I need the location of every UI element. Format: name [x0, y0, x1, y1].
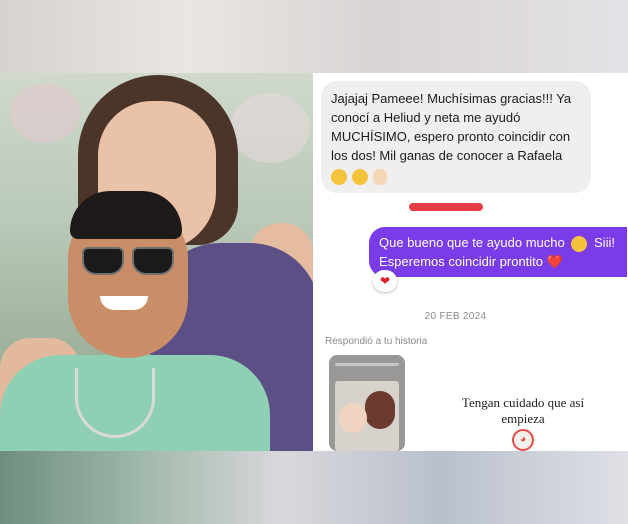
- story-baby: [339, 403, 367, 433]
- praying-hands-emoji-icon: [373, 168, 387, 185]
- outgoing-message-text: Que bueno que te ayudo mucho: [379, 235, 565, 250]
- incoming-emoji-row: [331, 166, 581, 185]
- clown-emoji-icon: ◕: [512, 429, 534, 451]
- message-date: 20 FEB 2024: [424, 311, 487, 322]
- heart-eyes-emoji-icon: [571, 235, 588, 252]
- story-progress-bar: [335, 363, 399, 366]
- blossom-decoration: [10, 83, 80, 143]
- heart-reaction-badge[interactable]: ❤: [373, 270, 397, 292]
- story-thumbnail[interactable]: [329, 355, 405, 451]
- blurred-background-bottom: [0, 451, 628, 524]
- red-heart-icon: ❤️: [546, 254, 563, 269]
- man-smile: [100, 296, 148, 310]
- blossom-decoration: [230, 93, 310, 163]
- smile-emoji-icon: [331, 168, 347, 185]
- smile-emoji-icon: [352, 168, 368, 185]
- outgoing-message-bubble: Que bueno que te ayudo mucho Siii! Esper…: [369, 227, 627, 277]
- redacted-name-scribble: [409, 203, 483, 211]
- story-woman: [365, 391, 395, 429]
- chat-screenshot: Jajajaj Pameee! Muchísimas gracias!!! Ya…: [313, 73, 628, 451]
- incoming-message-bubble: Jajajaj Pameee! Muchísimas gracias!!! Ya…: [321, 81, 591, 193]
- sunglasses-left-lens: [82, 247, 124, 275]
- sunglasses-right-lens: [132, 247, 174, 275]
- story-caption: Tengan cuidado que así empieza: [461, 395, 585, 426]
- blurred-background-top: [0, 0, 628, 73]
- couple-photo: [0, 73, 313, 451]
- story-reply-label: Respondió a tu historia: [325, 336, 428, 347]
- incoming-message-text: Jajajaj Pameee! Muchísimas gracias!!! Ya…: [331, 91, 572, 163]
- man-hair: [70, 191, 182, 239]
- screenshot-collage: Jajajaj Pameee! Muchísimas gracias!!! Ya…: [0, 0, 628, 524]
